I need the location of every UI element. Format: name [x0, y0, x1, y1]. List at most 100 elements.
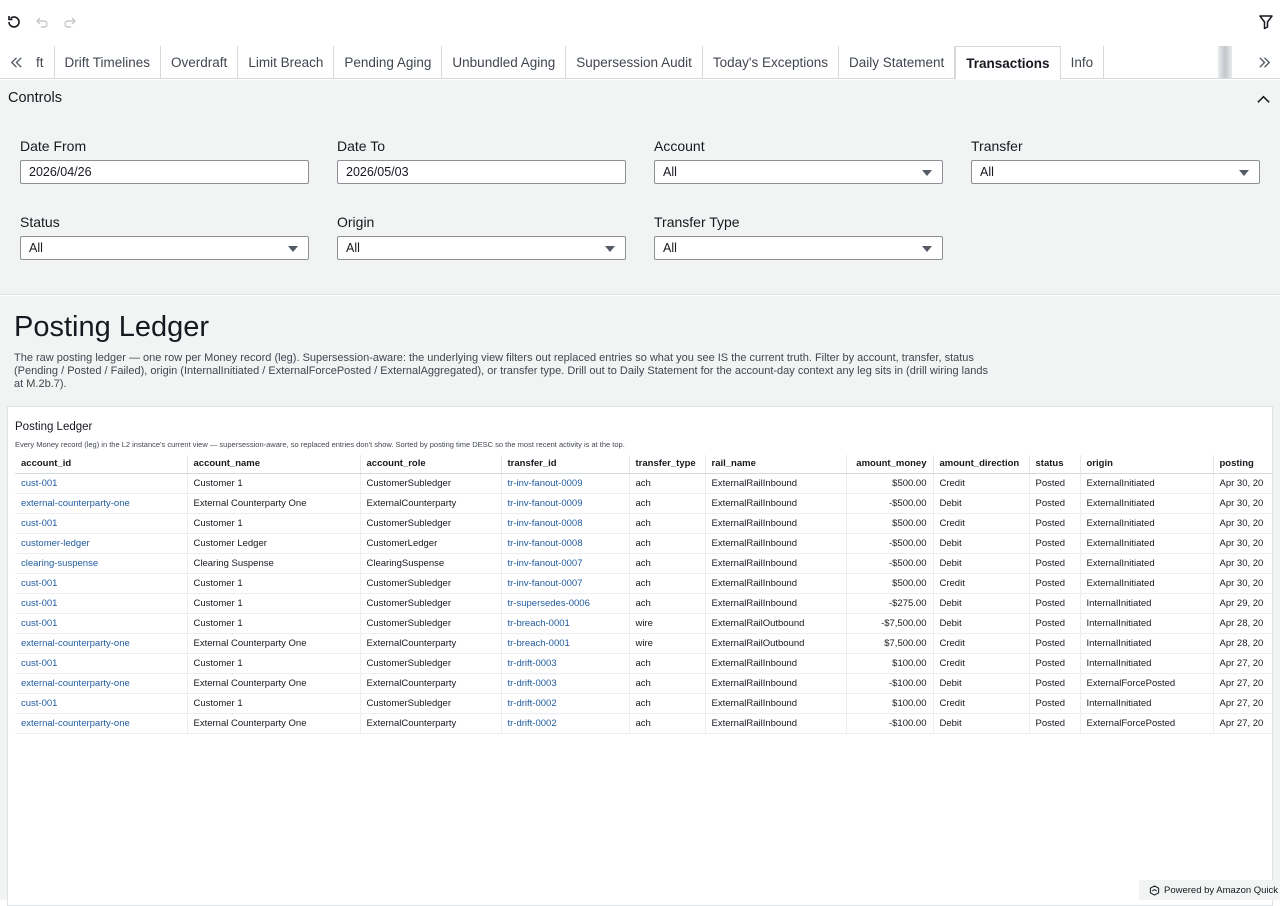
reset-icon[interactable]	[4, 12, 24, 32]
date-from-input[interactable]: 2026/04/26	[20, 160, 309, 184]
cell-transfer-id[interactable]: tr-breach-0001	[501, 633, 630, 654]
tab-pending-aging[interactable]: Pending Aging	[334, 46, 443, 79]
tab-supersession-audit[interactable]: Supersession Audit	[566, 46, 703, 79]
cell-account-id[interactable]: cust-001	[15, 573, 188, 594]
cell-account-id[interactable]: cust-001	[15, 593, 188, 614]
tab-overflow-fade	[1218, 46, 1232, 78]
cell-amount-direction: Debit	[933, 553, 1030, 574]
transfer-select-value: All	[980, 165, 994, 179]
tab-overdraft[interactable]: Overdraft	[161, 46, 239, 79]
column-header-status[interactable]: status	[1029, 455, 1081, 474]
account-select[interactable]: All	[654, 160, 943, 184]
cell-rail-name: ExternalRailOutbound	[705, 633, 847, 654]
cell-rail-name: ExternalRailInbound	[705, 573, 847, 594]
tab-limit-breach[interactable]: Limit Breach	[238, 46, 335, 79]
cell-amount-direction: Debit	[933, 713, 1030, 734]
column-header-account-name[interactable]: account_name	[187, 455, 361, 474]
cell-transfer-id[interactable]: tr-drift-0003	[501, 653, 630, 674]
column-header-account-id[interactable]: account_id	[15, 455, 188, 474]
cell-account-id[interactable]: external-counterparty-one	[15, 673, 188, 694]
cell-account-id[interactable]: clearing-suspense	[15, 553, 188, 574]
cell-transfer-id[interactable]: tr-inv-fanout-0007	[501, 573, 630, 594]
cell-origin: ExternalInitiated	[1080, 553, 1214, 574]
table-row: cust-001 Customer 1 CustomerSubledger tr-br…	[15, 613, 1272, 634]
cell-posting: Apr 30, 20	[1213, 553, 1272, 574]
column-header-origin[interactable]: origin	[1080, 455, 1214, 474]
cell-transfer-id[interactable]: tr-drift-0002	[501, 713, 630, 734]
cell-rail-name: ExternalRailInbound	[705, 693, 847, 714]
cell-transfer-id[interactable]: tr-inv-fanout-0009	[501, 473, 630, 494]
filter-icon[interactable]	[1256, 12, 1276, 32]
cell-amount-money: -$275.00	[846, 593, 934, 614]
collapse-controls-icon[interactable]	[1254, 90, 1272, 108]
tab-info[interactable]: Info	[1061, 46, 1105, 79]
undo-icon[interactable]	[32, 12, 52, 32]
sheet-content: Posting Ledger The raw posting ledger — …	[0, 296, 1280, 906]
cell-transfer-type: ach	[629, 473, 706, 494]
column-header-transfer-type[interactable]: transfer_type	[629, 455, 706, 474]
visual-title: Posting Ledger	[15, 421, 93, 433]
cell-status: Posted	[1029, 473, 1081, 494]
tab-ft[interactable]: ft	[26, 46, 55, 79]
scroll-tabs-right-icon[interactable]	[1254, 52, 1274, 72]
account-select-value: All	[663, 165, 677, 179]
redo-icon[interactable]	[60, 12, 80, 32]
cell-transfer-id[interactable]: tr-supersedes-0006	[501, 593, 630, 614]
cell-origin: ExternalInitiated	[1080, 513, 1214, 534]
cell-transfer-id[interactable]: tr-inv-fanout-0008	[501, 533, 630, 554]
column-header-rail-name[interactable]: rail_name	[705, 455, 847, 474]
cell-posting: Apr 28, 20	[1213, 633, 1272, 654]
cell-posting: Apr 30, 20	[1213, 533, 1272, 554]
status-select[interactable]: All	[20, 236, 309, 260]
cell-transfer-id[interactable]: tr-inv-fanout-0007	[501, 553, 630, 574]
account-label: Account	[654, 138, 705, 154]
tab-unbundled-aging[interactable]: Unbundled Aging	[442, 46, 567, 79]
column-header-amount-direction[interactable]: amount_direction	[933, 455, 1030, 474]
cell-account-role: ClearingSuspense	[360, 553, 502, 574]
cell-status: Posted	[1029, 533, 1081, 554]
tab-daily-statement[interactable]: Daily Statement	[839, 46, 956, 79]
cell-transfer-id[interactable]: tr-drift-0002	[501, 693, 630, 714]
cell-transfer-id[interactable]: tr-inv-fanout-0008	[501, 513, 630, 534]
cell-amount-direction: Credit	[933, 633, 1030, 654]
cell-account-id[interactable]: customer-ledger	[15, 533, 188, 554]
cell-transfer-id[interactable]: tr-breach-0001	[501, 613, 630, 634]
transfer-select[interactable]: All	[971, 160, 1260, 184]
cell-origin: ExternalInitiated	[1080, 573, 1214, 594]
cell-account-id[interactable]: cust-001	[15, 653, 188, 674]
cell-account-id[interactable]: cust-001	[15, 513, 188, 534]
cell-rail-name: ExternalRailInbound	[705, 533, 847, 554]
tab-drift-timelines[interactable]: Drift Timelines	[55, 46, 162, 79]
cell-account-id[interactable]: cust-001	[15, 693, 188, 714]
cell-account-id[interactable]: cust-001	[15, 613, 188, 634]
controls-title: Controls	[8, 90, 62, 106]
column-header-account-role[interactable]: account_role	[360, 455, 502, 474]
cell-account-id[interactable]: external-counterparty-one	[15, 713, 188, 734]
powered-by-badge: Powered by Amazon Quick	[1139, 880, 1280, 900]
scroll-tabs-left-icon[interactable]	[6, 52, 26, 72]
cell-amount-direction: Debit	[933, 533, 1030, 554]
cell-account-id[interactable]: external-counterparty-one	[15, 633, 188, 654]
origin-select[interactable]: All	[337, 236, 626, 260]
cell-account-id[interactable]: external-counterparty-one	[15, 493, 188, 514]
cell-account-name: Customer 1	[187, 613, 361, 634]
tab-transactions[interactable]: Transactions	[955, 46, 1061, 80]
status-select-value: All	[29, 241, 43, 255]
cell-rail-name: ExternalRailInbound	[705, 553, 847, 574]
cell-transfer-type: ach	[629, 713, 706, 734]
cell-account-id[interactable]: cust-001	[15, 473, 188, 494]
cell-status: Posted	[1029, 613, 1081, 634]
transfer-control: Transfer All	[971, 138, 1260, 184]
top-toolbar	[0, 0, 1280, 44]
column-header-posting[interactable]: posting	[1213, 455, 1272, 474]
date-to-input[interactable]: 2026/05/03	[337, 160, 626, 184]
cell-posting: Apr 27, 20	[1213, 653, 1272, 674]
table-row: customer-ledger Customer Ledger CustomerLe…	[15, 533, 1272, 554]
cell-transfer-id[interactable]: tr-inv-fanout-0009	[501, 493, 630, 514]
column-header-transfer-id[interactable]: transfer_id	[501, 455, 630, 474]
cell-transfer-id[interactable]: tr-drift-0003	[501, 673, 630, 694]
tab-today-s-exceptions[interactable]: Today's Exceptions	[703, 46, 839, 79]
column-header-amount-money[interactable]: amount_money	[846, 455, 934, 474]
transfer-type-select[interactable]: All	[654, 236, 943, 260]
cell-account-name: Customer 1	[187, 573, 361, 594]
